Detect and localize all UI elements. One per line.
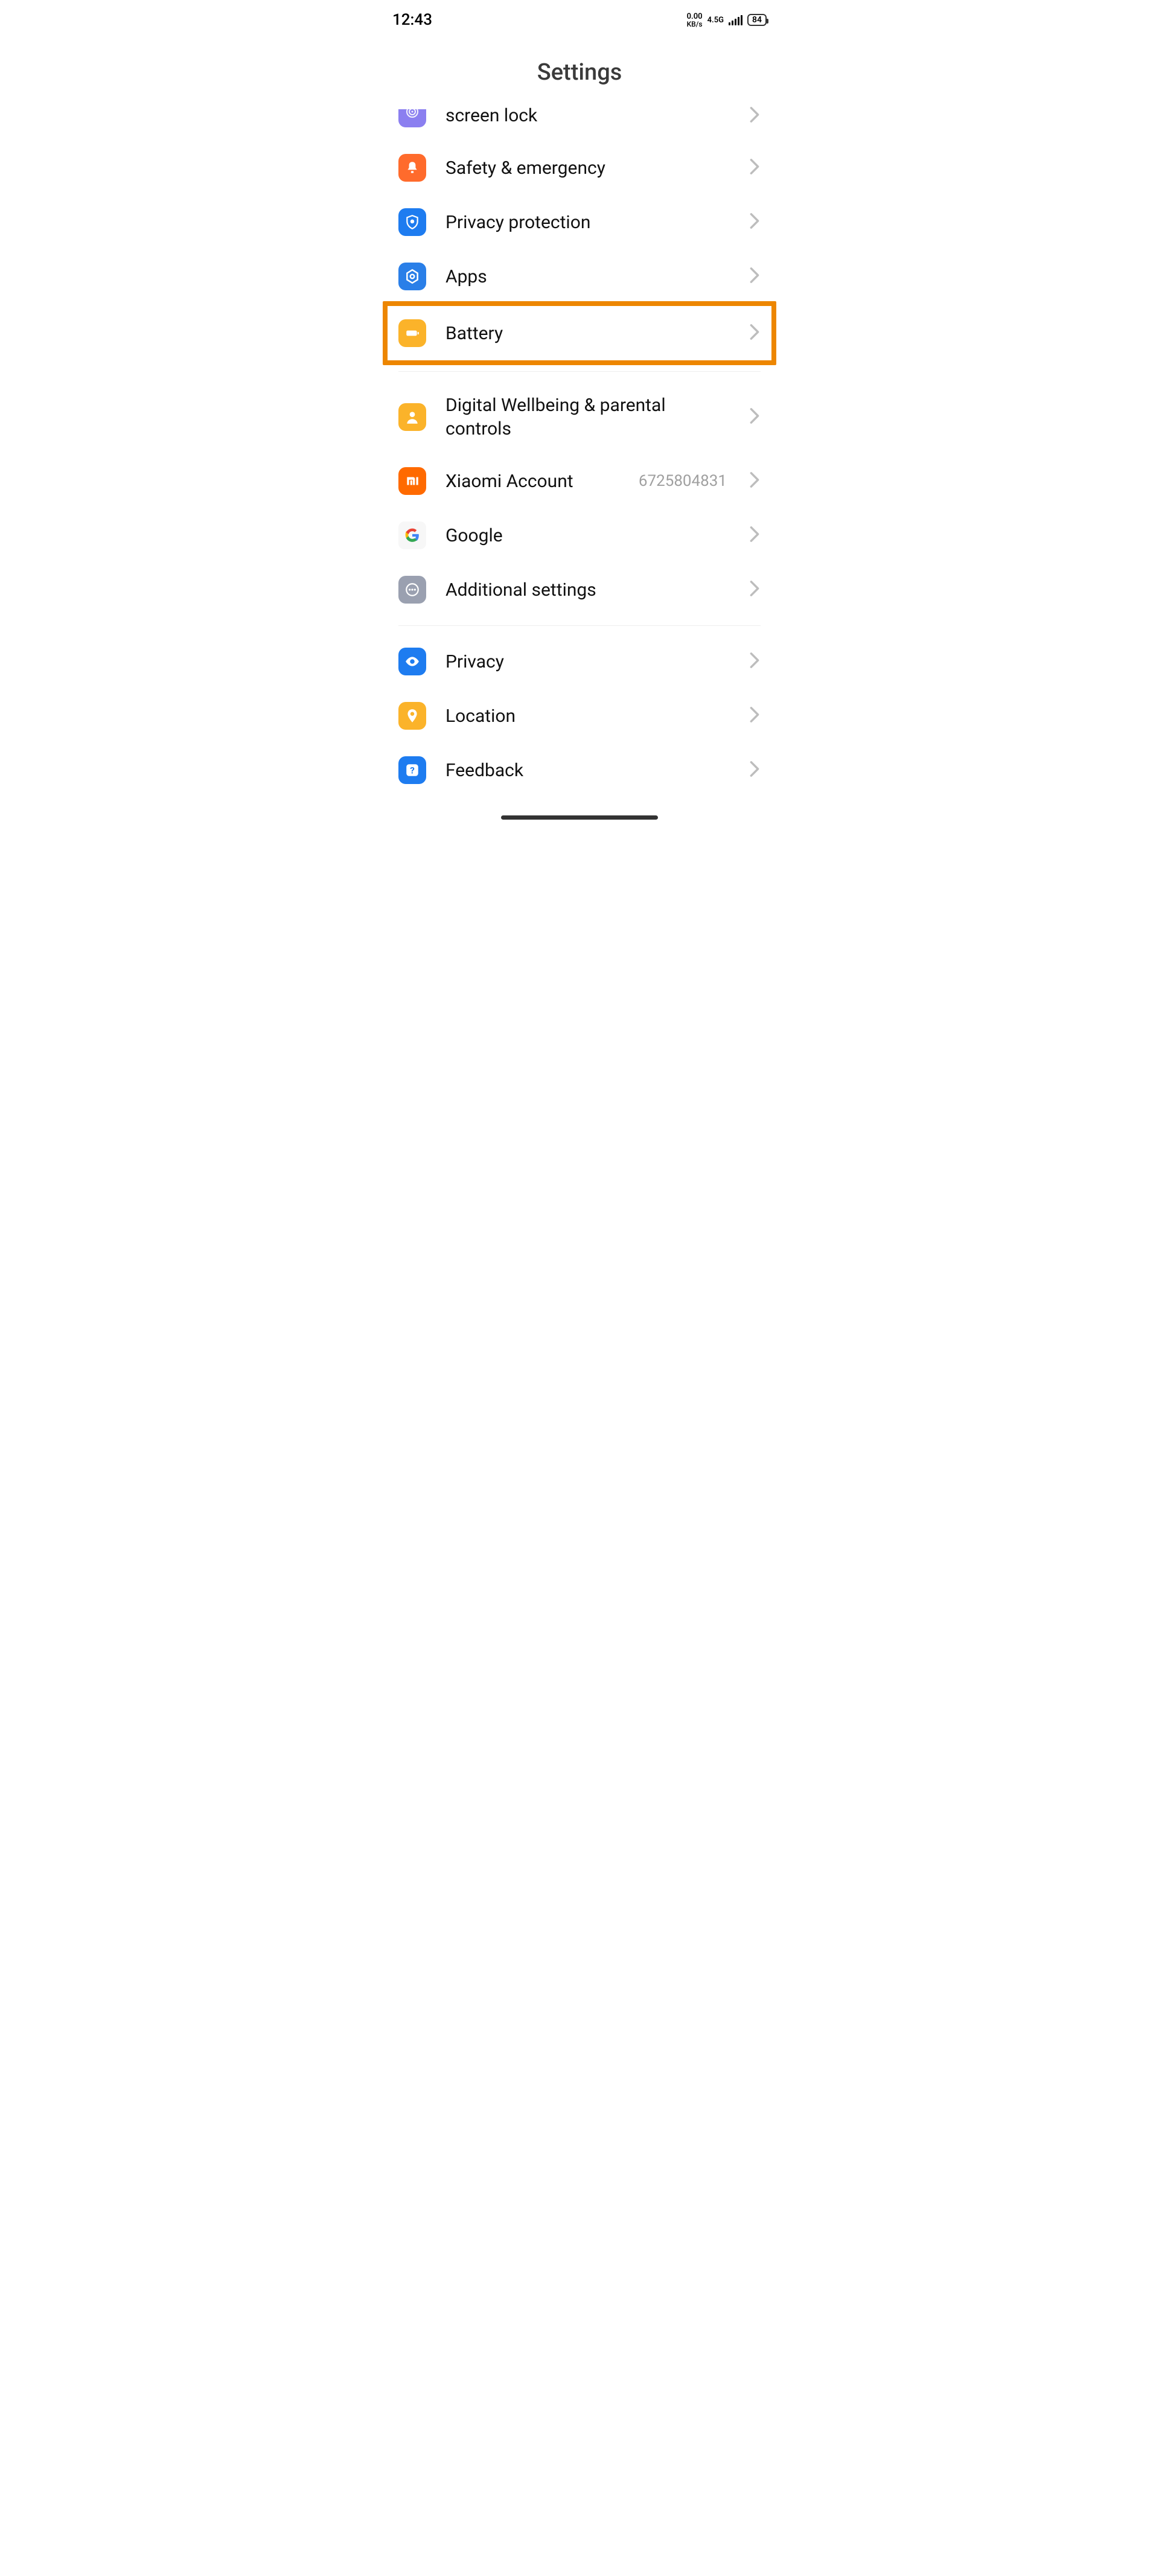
fingerprint-icon <box>398 109 426 127</box>
chevron-right-icon <box>749 106 761 126</box>
alert-icon <box>398 154 426 182</box>
settings-row-xiaomi-account[interactable]: Xiaomi Account 6725804831 <box>368 454 791 508</box>
chevron-right-icon <box>749 158 761 177</box>
row-label: Battery <box>445 322 729 345</box>
dots-icon <box>398 576 426 604</box>
page-title: Settings <box>368 35 791 104</box>
chevron-right-icon <box>749 652 761 671</box>
person-icon <box>398 403 426 431</box>
gesture-bar[interactable] <box>368 797 791 828</box>
battery-indicator: 84 <box>747 14 767 26</box>
chevron-right-icon <box>749 407 761 427</box>
chevron-right-icon <box>749 706 761 725</box>
settings-row-privacy-protection[interactable]: Privacy protection <box>368 195 791 249</box>
divider <box>398 371 761 372</box>
pin-icon <box>398 702 426 730</box>
chevron-right-icon <box>749 580 761 599</box>
row-value: 6725804831 <box>639 472 727 490</box>
row-label: Digital Wellbeing & parental controls <box>445 394 729 441</box>
row-label: Xiaomi Account <box>445 470 619 493</box>
settings-row-screen-lock[interactable]: screen lock <box>368 104 791 141</box>
divider <box>398 625 761 626</box>
chevron-right-icon <box>749 324 761 343</box>
settings-row-additional[interactable]: Additional settings <box>368 563 791 617</box>
row-label: Privacy <box>445 650 729 674</box>
status-indicators: 0.00 KB/s 4.5G 84 <box>687 13 767 28</box>
gear-hex-icon <box>398 263 426 290</box>
network-type: 4.5G <box>707 16 724 24</box>
settings-row-feedback[interactable]: ? Feedback <box>368 743 791 797</box>
settings-row-wellbeing[interactable]: Digital Wellbeing & parental controls <box>368 380 791 454</box>
row-label: Feedback <box>445 759 729 782</box>
chevron-right-icon <box>749 760 761 780</box>
settings-row-battery[interactable]: Battery <box>388 306 771 360</box>
settings-row-safety[interactable]: Safety & emergency <box>368 141 791 195</box>
help-icon: ? <box>398 756 426 784</box>
status-time: 12:43 <box>392 11 432 29</box>
chevron-right-icon <box>749 212 761 232</box>
row-label: Safety & emergency <box>445 156 729 180</box>
chevron-right-icon <box>749 526 761 545</box>
shield-icon <box>398 208 426 236</box>
home-handle[interactable] <box>501 815 658 820</box>
data-speed: 0.00 KB/s <box>687 13 703 28</box>
settings-row-apps[interactable]: Apps <box>368 249 791 304</box>
chevron-right-icon <box>749 267 761 286</box>
row-label: Privacy protection <box>445 211 729 234</box>
settings-row-google[interactable]: Google <box>368 508 791 563</box>
svg-text:?: ? <box>410 765 415 776</box>
row-label: Apps <box>445 265 729 289</box>
eye-icon <box>398 648 426 675</box>
settings-row-location[interactable]: Location <box>368 689 791 743</box>
battery-icon <box>398 319 426 347</box>
status-bar: 12:43 0.00 KB/s 4.5G 84 <box>368 0 791 35</box>
mi-icon <box>398 467 426 495</box>
row-label: Additional settings <box>445 578 729 602</box>
row-label: Google <box>445 524 729 547</box>
row-label: Location <box>445 704 729 728</box>
settings-row-privacy[interactable]: Privacy <box>368 634 791 689</box>
settings-list: screen lock Safety & emergency Privacy pro… <box>368 104 791 797</box>
row-label: screen lock <box>445 104 729 127</box>
google-icon <box>398 521 426 549</box>
signal-icon <box>729 14 742 25</box>
highlight-box: Battery <box>383 301 776 365</box>
chevron-right-icon <box>749 471 761 491</box>
